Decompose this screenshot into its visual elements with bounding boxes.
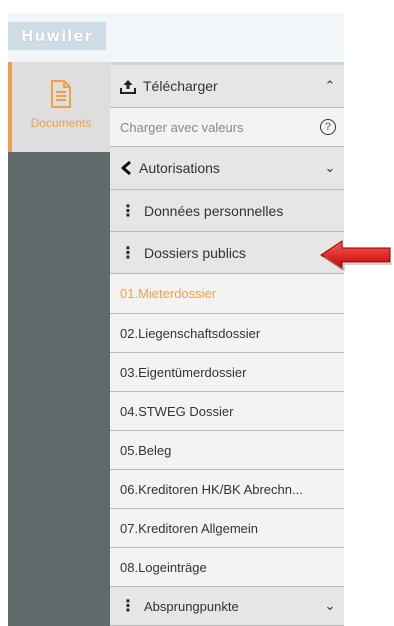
entry-points-label: Absprungpunkte <box>144 598 239 614</box>
upload-icon <box>120 79 136 94</box>
list-item-label: 01.Mieterdossier <box>120 286 217 301</box>
entry-points-row[interactable]: ⋮ Absprungpunkte ⌄ <box>110 587 344 626</box>
list-item-label: 08.Logeinträge <box>120 559 207 575</box>
list-item-label: 05.Beleg <box>120 442 172 458</box>
chevron-down-icon[interactable]: ⌄ <box>316 160 344 176</box>
document-icon <box>51 80 71 108</box>
help-symbol: ? <box>324 121 332 133</box>
list-item[interactable]: 02.Liegenschaftsdossier <box>110 314 344 353</box>
upload-label: Télécharger <box>143 78 218 94</box>
sidebar-item-documents-label: Documents <box>30 116 92 130</box>
list-item-label: 07.Kreditoren Allgemein <box>120 520 259 536</box>
personal-data-row[interactable]: ⋮ Données personnelles <box>110 190 344 232</box>
list-item-label: 04.STWEG Dossier <box>120 403 234 419</box>
upload-row[interactable]: Télécharger ⌃ <box>110 62 344 108</box>
list-item-selected[interactable]: 01.Mieterdossier <box>110 274 344 314</box>
permissions-label: Autorisations <box>139 160 220 176</box>
list-item[interactable]: 07.Kreditoren Allgemein <box>110 509 344 548</box>
app-frame: Huwiler Documents Télécharger ⌃ Charger … <box>8 13 344 626</box>
personal-data-label: Données personnelles <box>144 202 284 219</box>
list-item[interactable]: 08.Logeinträge <box>110 548 344 587</box>
more-vertical-icon: ⋮ <box>120 202 136 220</box>
logo-text: Huwiler <box>21 27 93 45</box>
public-files-label: Dossiers publics <box>144 244 246 261</box>
list-item[interactable]: 06.Kreditoren HK/BK Abrechn... <box>110 470 344 509</box>
header: Huwiler <box>8 13 344 62</box>
share-icon <box>120 161 132 175</box>
load-with-values-row[interactable]: Charger avec valeurs ? <box>110 108 344 147</box>
logo: Huwiler <box>8 22 106 50</box>
more-vertical-icon: ⋮ <box>120 244 136 262</box>
list-item-label: 06.Kreditoren HK/BK Abrechn... <box>120 481 303 497</box>
pointer-arrow-icon <box>320 240 392 272</box>
list-item[interactable]: 04.STWEG Dossier <box>110 392 344 431</box>
list-item[interactable]: 05.Beleg <box>110 431 344 470</box>
chevron-down-icon[interactable]: ⌄ <box>316 598 344 614</box>
list-item[interactable]: 03.Eigentümerdossier <box>110 353 344 392</box>
list-item-label: 03.Eigentümerdossier <box>120 364 247 380</box>
sidebar-item-documents[interactable]: Documents <box>8 62 110 152</box>
public-files-row[interactable]: ⋮ Dossiers publics <box>110 232 344 274</box>
load-with-values-label: Charger avec valeurs <box>120 119 244 135</box>
more-vertical-icon: ⋮ <box>120 598 136 615</box>
chevron-up-icon[interactable]: ⌃ <box>316 78 344 94</box>
help-icon[interactable]: ? <box>320 119 336 135</box>
documents-panel: Télécharger ⌃ Charger avec valeurs ? Aut… <box>110 62 344 626</box>
list-item-label: 02.Liegenschaftsdossier <box>120 325 261 341</box>
left-rail: Documents <box>8 62 110 626</box>
permissions-row[interactable]: Autorisations ⌄ <box>110 147 344 190</box>
